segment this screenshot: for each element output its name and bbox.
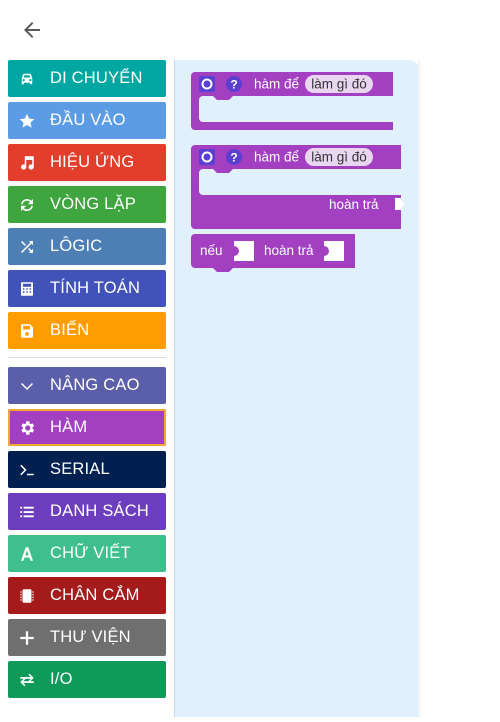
blocks-flyout: ? hàm để làm gì đó ? hàm để làm gì đó ho… [174, 60, 418, 717]
svg-text:?: ? [230, 151, 237, 165]
flyout-canvas: ? hàm để làm gì đó ? hàm để làm gì đó ho… [191, 72, 404, 272]
category-label: DANH SÁCH [50, 502, 149, 520]
category-label: I/O [50, 670, 73, 688]
return-input-slot[interactable] [395, 198, 404, 210]
save-icon [16, 320, 38, 342]
category-hieu-ung[interactable]: HIỆU ỨNG [8, 144, 166, 181]
category-di-chuyen[interactable]: DI CHUYỂN [8, 60, 166, 97]
category-chu-viet[interactable]: CHỮ VIẾT [8, 535, 166, 572]
function-return-block[interactable]: ? hàm để làm gì đó hoàn trả [191, 145, 404, 229]
category-bien[interactable]: BIẾN [8, 312, 166, 349]
arrow-left-icon [24, 22, 40, 38]
category-label: LÔGIC [50, 237, 103, 255]
category-label: HÀM [50, 418, 88, 436]
if-label: nếu [200, 243, 223, 258]
star-icon [16, 110, 38, 132]
list-icon [16, 501, 38, 523]
category-serial[interactable]: SERIAL [8, 451, 166, 488]
function-name: làm gì đó [311, 150, 367, 165]
category-dau-vao[interactable]: ĐẦU VÀO [8, 102, 166, 139]
function-keyword: hàm để [254, 77, 299, 92]
chip-icon [16, 585, 38, 607]
category-label: DI CHUYỂN [50, 69, 143, 87]
category-label: BIẾN [50, 321, 90, 339]
gear-icon[interactable] [199, 149, 215, 165]
function-name: làm gì đó [311, 77, 367, 92]
function-keyword: hàm để [254, 150, 299, 165]
back-button[interactable] [18, 16, 46, 44]
category-logic[interactable]: LÔGIC [8, 228, 166, 265]
category-label: VÒNG LẶP [50, 195, 136, 213]
function-block[interactable]: ? hàm để làm gì đó [191, 72, 393, 130]
plus-icon [16, 627, 38, 649]
toolbox-divider [8, 357, 166, 358]
transfer-icon [16, 669, 38, 691]
terminal-icon [16, 459, 38, 481]
category-label: HIỆU ỨNG [50, 153, 135, 171]
category-label: TÍNH TOÁN [50, 279, 141, 297]
category-thu-vien[interactable]: THƯ VIỆN [8, 619, 166, 656]
gear-icon[interactable] [199, 76, 215, 92]
shuffle-icon [16, 236, 38, 258]
category-danh-sach[interactable]: DANH SÁCH [8, 493, 166, 530]
chevron-down-icon [16, 375, 38, 397]
category-vong-lap[interactable]: VÒNG LẶP [8, 186, 166, 223]
letter-a-icon [16, 543, 38, 565]
category-label: THƯ VIỆN [50, 628, 131, 646]
category-label: ĐẦU VÀO [50, 111, 126, 129]
category-label: CHÂN CẮM [50, 586, 140, 604]
category-ham[interactable]: HÀM [8, 409, 166, 446]
return-label: hoàn trả [329, 197, 379, 212]
calculator-icon [16, 278, 38, 300]
category-io[interactable]: I/O [8, 661, 166, 698]
refresh-icon [16, 194, 38, 216]
svg-text:?: ? [230, 78, 237, 92]
category-nang-cao[interactable]: NÂNG CAO [8, 367, 166, 404]
category-tinh-toan[interactable]: TÍNH TOÁN [8, 270, 166, 307]
flyout-edge [418, 60, 422, 717]
category-label: NÂNG CAO [50, 376, 140, 394]
toolbox: DI CHUYỂN ĐẦU VÀO HIỆU ỨNG VÒNG LẶP LÔGI… [8, 60, 168, 703]
gear-icon [16, 417, 38, 439]
music-note-icon [16, 152, 38, 174]
category-label: CHỮ VIẾT [50, 544, 131, 562]
category-label: SERIAL [50, 460, 110, 478]
return-label: hoàn trả [264, 243, 314, 258]
car-icon [16, 68, 38, 90]
if-return-block[interactable]: nếu hoàn trả [191, 234, 355, 272]
category-chan-cam[interactable]: CHÂN CẮM [8, 577, 166, 614]
